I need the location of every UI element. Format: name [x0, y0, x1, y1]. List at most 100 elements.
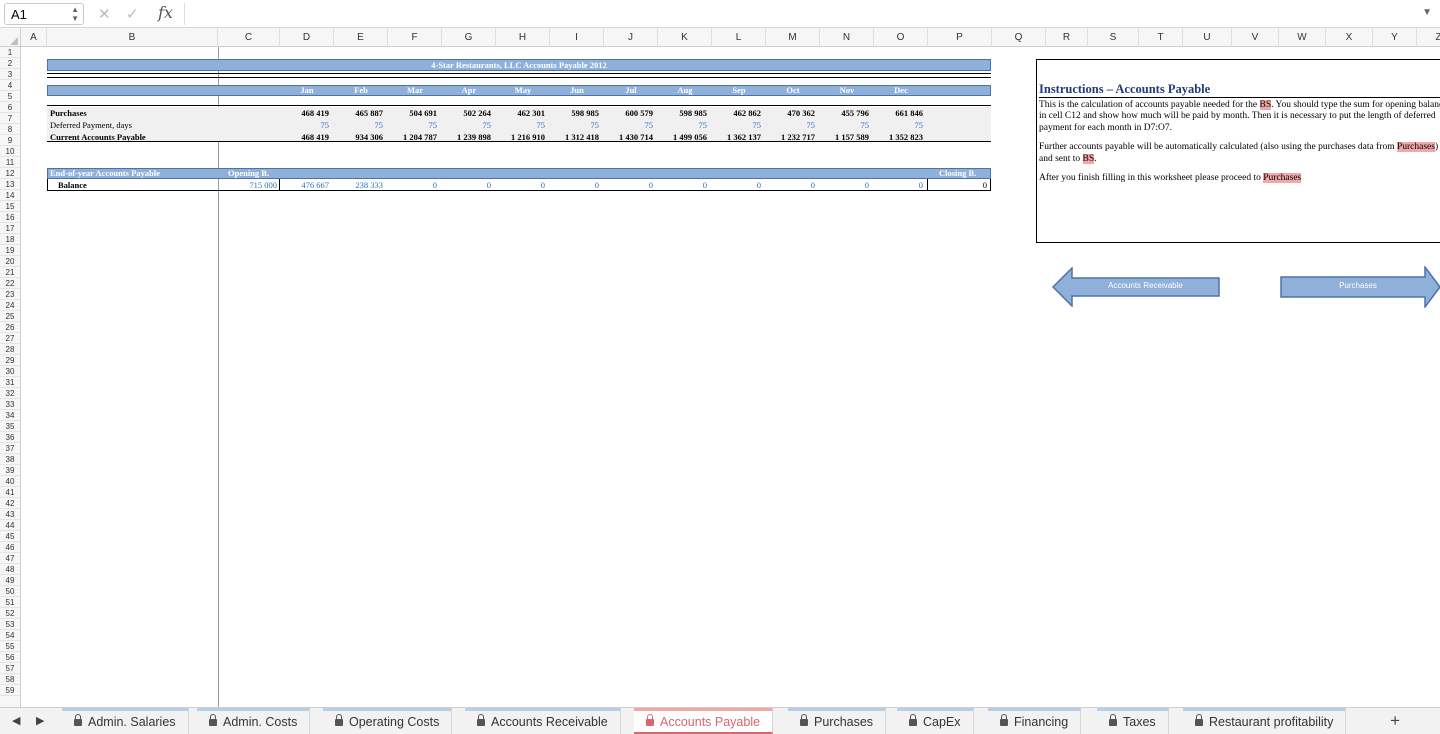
column-header-d[interactable]: D — [280, 28, 334, 47]
row-header-2[interactable]: 2 — [0, 58, 20, 69]
column-header-j[interactable]: J — [604, 28, 658, 47]
column-header-n[interactable]: N — [820, 28, 874, 47]
row-header-3[interactable]: 3 — [0, 69, 20, 80]
name-box[interactable]: A1 ▲ ▼ — [4, 3, 84, 25]
row-header-48[interactable]: 48 — [0, 564, 20, 575]
column-header-t[interactable]: T — [1139, 28, 1183, 47]
eoy-label[interactable]: End-of-year Accounts Payable — [50, 168, 160, 179]
balance-value[interactable]: 476 667 — [279, 180, 329, 191]
row-header-8[interactable]: 8 — [0, 124, 20, 135]
balance-value[interactable]: 0 — [441, 180, 491, 191]
column-header-i[interactable]: I — [550, 28, 604, 47]
row-header-1[interactable]: 1 — [0, 47, 20, 58]
column-header-y[interactable]: Y — [1373, 28, 1417, 47]
opening-label[interactable]: Opening B. — [228, 168, 269, 179]
column-header-g[interactable]: G — [442, 28, 496, 47]
month-header[interactable]: Dec — [874, 85, 928, 96]
tab-taxes[interactable]: Taxes — [1097, 708, 1169, 734]
deferred-value[interactable]: 75 — [819, 120, 870, 131]
current-value[interactable]: 1 232 717 — [765, 132, 815, 143]
row-header-38[interactable]: 38 — [0, 454, 20, 465]
current-value[interactable]: 1 352 823 — [873, 132, 923, 143]
row-header-12[interactable]: 12 — [0, 168, 20, 179]
balance-value[interactable]: 0 — [873, 180, 923, 191]
row-header-52[interactable]: 52 — [0, 608, 20, 619]
tab-admin-costs[interactable]: Admin. Costs — [197, 708, 311, 734]
row-header-4[interactable]: 4 — [0, 80, 20, 91]
purchases-value[interactable]: 598 985 — [657, 108, 707, 119]
column-header-r[interactable]: R — [1046, 28, 1088, 47]
balance-value[interactable]: 238 333 — [333, 180, 383, 191]
row-header-16[interactable]: 16 — [0, 212, 20, 223]
row-header-36[interactable]: 36 — [0, 432, 20, 443]
month-header[interactable]: Sep — [712, 85, 766, 96]
column-header-w[interactable]: W — [1279, 28, 1326, 47]
tab-admin-salaries[interactable]: Admin. Salaries — [62, 708, 189, 734]
month-header[interactable]: Nov — [820, 85, 874, 96]
function-icon[interactable]: fx — [158, 3, 173, 22]
column-header-m[interactable]: M — [766, 28, 820, 47]
balance-value[interactable]: 0 — [819, 180, 869, 191]
row-header-19[interactable]: 19 — [0, 245, 20, 256]
tab-restaurant-profitability[interactable]: Restaurant profitability — [1183, 708, 1347, 734]
spreadsheet-grid[interactable]: 4-Star Restaurants, LLC Accounts Payable… — [21, 47, 1440, 707]
select-all-corner[interactable] — [0, 28, 21, 47]
column-header-u[interactable]: U — [1183, 28, 1232, 47]
month-header[interactable]: Mar — [388, 85, 442, 96]
deferred-value[interactable]: 75 — [549, 120, 600, 131]
formula-input[interactable] — [184, 3, 1420, 25]
purchases-value[interactable]: 502 264 — [441, 108, 491, 119]
month-header[interactable]: Feb — [334, 85, 388, 96]
row-header-5[interactable]: 5 — [0, 91, 20, 102]
purchases-value[interactable]: 465 887 — [333, 108, 383, 119]
row-header-27[interactable]: 27 — [0, 333, 20, 344]
row-header-59[interactable]: 59 — [0, 685, 20, 696]
row-header-58[interactable]: 58 — [0, 674, 20, 685]
column-header-f[interactable]: F — [388, 28, 442, 47]
row-header-26[interactable]: 26 — [0, 322, 20, 333]
deferred-value[interactable]: 75 — [333, 120, 384, 131]
tab-operating-costs[interactable]: Operating Costs — [323, 708, 453, 734]
column-header-h[interactable]: H — [496, 28, 550, 47]
purchases-value[interactable]: 600 579 — [603, 108, 653, 119]
row-header-42[interactable]: 42 — [0, 498, 20, 509]
purchases-value[interactable]: 470 362 — [765, 108, 815, 119]
row-header-22[interactable]: 22 — [0, 278, 20, 289]
deferred-value[interactable]: 75 — [657, 120, 708, 131]
bs-link[interactable]: BS — [1259, 99, 1272, 110]
row-header-53[interactable]: 53 — [0, 619, 20, 630]
tab-accounts-payable[interactable]: Accounts Payable — [634, 708, 774, 734]
row-header-21[interactable]: 21 — [0, 267, 20, 278]
row-header-46[interactable]: 46 — [0, 542, 20, 553]
month-header[interactable]: Oct — [766, 85, 820, 96]
row-header-9[interactable]: 9 — [0, 135, 20, 146]
purchases-value[interactable]: 468 419 — [279, 108, 329, 119]
row-header-31[interactable]: 31 — [0, 377, 20, 388]
row-header-20[interactable]: 20 — [0, 256, 20, 267]
row-header-33[interactable]: 33 — [0, 399, 20, 410]
current-value[interactable]: 1 239 898 — [441, 132, 491, 143]
purchases-label[interactable]: Purchases — [50, 108, 87, 119]
balance-value[interactable]: 0 — [387, 180, 437, 191]
deferred-value[interactable]: 75 — [603, 120, 654, 131]
balance-value[interactable]: 0 — [549, 180, 599, 191]
month-header[interactable]: Jan — [280, 85, 334, 96]
next-to-purchases-button[interactable]: Purchases — [1280, 264, 1440, 310]
current-value[interactable]: 1 216 910 — [495, 132, 545, 143]
deferred-value[interactable]: 75 — [873, 120, 924, 131]
row-header-51[interactable]: 51 — [0, 597, 20, 608]
row-header-34[interactable]: 34 — [0, 410, 20, 421]
purchases-value[interactable]: 598 985 — [549, 108, 599, 119]
deferred-value[interactable]: 75 — [495, 120, 546, 131]
name-box-stepper-icon[interactable]: ▲ ▼ — [71, 5, 79, 23]
purchases-value[interactable]: 455 796 — [819, 108, 869, 119]
row-header-32[interactable]: 32 — [0, 388, 20, 399]
deferred-value[interactable]: 75 — [765, 120, 816, 131]
purchases-value[interactable]: 462 301 — [495, 108, 545, 119]
purchases-link[interactable]: Purchases — [1396, 142, 1435, 152]
month-header[interactable]: Jun — [550, 85, 604, 96]
column-header-p[interactable]: P — [928, 28, 992, 47]
purchases-link[interactable]: Purchases — [1263, 173, 1302, 183]
row-header-15[interactable]: 15 — [0, 201, 20, 212]
back-to-accounts-receivable-button[interactable]: Accounts Receivable — [1051, 266, 1220, 308]
